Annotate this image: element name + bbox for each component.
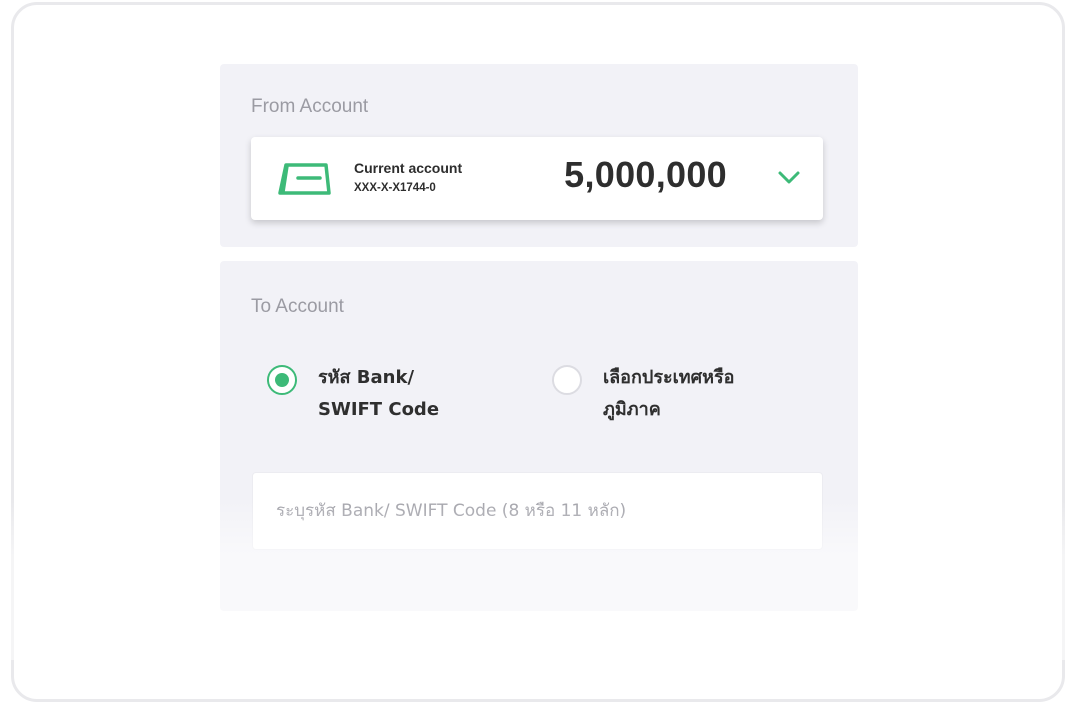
radio-country-label: เลือกประเทศหรือ ภูมิภาค <box>603 362 783 426</box>
account-balance: 5,000,000 <box>564 154 727 195</box>
radio-checked-icon[interactable] <box>267 365 297 395</box>
swift-code-input[interactable] <box>252 472 823 550</box>
radio-bank-swift-line1: รหัส Bank/ <box>318 367 415 388</box>
radio-country-line1: เลือกประเทศหรือ <box>603 367 735 388</box>
account-name: Current account <box>354 160 463 176</box>
account-number: XXX-X-X1744-0 <box>354 182 436 194</box>
from-account-label: From Account <box>251 96 369 117</box>
to-account-panel: To Account รหัส Bank/ SWIFT Code เลือกปร… <box>220 261 858 611</box>
from-account-panel: From Account Current account XXX-X-X1744… <box>220 64 858 247</box>
radio-bank-swift-line2: SWIFT Code <box>318 399 440 420</box>
radio-unchecked-icon[interactable] <box>552 365 582 395</box>
account-selector[interactable]: Current account XXX-X-X1744-0 5,000,000 <box>251 137 823 220</box>
chevron-down-icon[interactable] <box>777 169 801 185</box>
radio-bank-swift-label: รหัส Bank/ SWIFT Code <box>318 362 498 426</box>
radio-country-line2: ภูมิภาค <box>603 399 661 420</box>
card-icon <box>278 163 331 195</box>
to-account-label: To Account <box>251 296 344 317</box>
